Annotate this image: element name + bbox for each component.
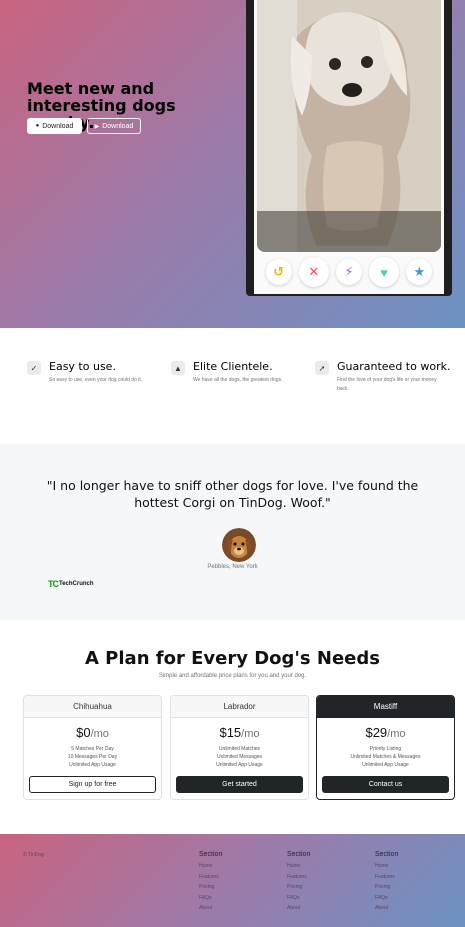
footer: © TinDog Section Home Features Pricing F…	[0, 834, 465, 927]
phone-mockup: ↺ ✕ ⚡ ♥ ★	[246, 0, 452, 296]
heart-arrow-icon: ➚	[315, 361, 329, 375]
bolt-icon[interactable]: ⚡	[335, 259, 362, 285]
plan-card-chihuahua: Chihuahua $0/mo 5 Matches Per Day 10 Mes…	[23, 695, 162, 800]
features-section: ✓ Easy to use. So easy to use, even your…	[0, 328, 465, 444]
footer-column-title: Section	[199, 851, 223, 858]
footer-column-title: Section	[375, 851, 399, 858]
feature-title: Easy to use.	[49, 360, 116, 373]
techcrunch-name: TechCrunch	[59, 581, 94, 587]
swipe-actions: ↺ ✕ ⚡ ♥ ★	[254, 257, 444, 287]
contact-us-button[interactable]: Contact us	[322, 776, 449, 793]
plan-name: Mastiff	[317, 696, 454, 718]
plan-price: $29/mo	[317, 725, 454, 740]
footer-link-features[interactable]: Features	[287, 872, 347, 883]
plan-price: $15/mo	[171, 725, 308, 740]
footer-link-faqs[interactable]: FAQs	[375, 893, 435, 904]
undo-icon[interactable]: ↺	[265, 259, 292, 285]
press-logo-techcrunch: TC TechCrunch	[48, 579, 94, 589]
cross-icon[interactable]: ✕	[298, 257, 329, 287]
plan-name: Chihuahua	[24, 696, 161, 718]
plan-price-unit: /mo	[90, 728, 109, 740]
hero-section: Meet new and interesting dogs nearby. ● …	[0, 0, 465, 328]
plan-name: Labrador	[171, 696, 308, 718]
plan-feature: Unlimited Matches & Messages	[350, 754, 421, 760]
plan-price-value: $15	[219, 725, 242, 740]
plan-feature: 5 Matches Per Day	[71, 746, 114, 752]
footer-column: Section Home Features Pricing FAQs About	[199, 851, 259, 914]
check-circle-icon: ✓	[27, 361, 41, 375]
footer-link-faqs[interactable]: FAQs	[287, 893, 347, 904]
plan-price-unit: /mo	[241, 728, 260, 740]
plan-features: Unlimited Matches Unlimited Messages Unl…	[171, 745, 308, 769]
heart-icon[interactable]: ♥	[369, 257, 400, 287]
phone-screen: ↺ ✕ ⚡ ♥ ★	[254, 0, 444, 294]
footer-column-title: Section	[287, 851, 311, 858]
avatar	[222, 528, 256, 562]
techcrunch-mark: TC	[48, 579, 59, 589]
pricing-subtitle: Simple and affordable price plans for yo…	[158, 673, 307, 679]
feature-text: So easy to use, even your dog could do i…	[49, 377, 143, 383]
footer-link-features[interactable]: Features	[375, 872, 435, 883]
plan-price-value: $29	[365, 725, 388, 740]
download-play-button[interactable]: ▶ Download	[87, 118, 141, 134]
plan-feature: 10 Messages Per Day	[67, 754, 118, 760]
plan-card-labrador: Labrador $15/mo Unlimited Matches Unlimi…	[170, 695, 309, 800]
footer-link-home[interactable]: Home	[375, 861, 435, 872]
download-play-label: Download	[102, 122, 134, 130]
footer-column: Section Home Features Pricing FAQs About	[287, 851, 347, 914]
footer-link-pricing[interactable]: Pricing	[375, 882, 435, 893]
testimonial-author: Pebbles, New York	[207, 564, 258, 570]
get-started-button[interactable]: Get started	[176, 776, 303, 793]
feature-title: Elite Clientele.	[193, 360, 273, 373]
star-icon[interactable]: ★	[406, 259, 433, 285]
plan-price: $0/mo	[24, 725, 161, 740]
plan-feature: Unlimited Messages	[216, 754, 263, 760]
footer-link-home[interactable]: Home	[287, 861, 347, 872]
plan-card-mastiff: Mastiff $29/mo Priority Listing Unlimite…	[316, 695, 455, 800]
feature-text: We have all the dogs, the greatest dogs.	[193, 377, 283, 383]
testimonial-section: "I no longer have to sniff other dogs fo…	[0, 444, 465, 620]
dog-photo	[257, 0, 441, 252]
plan-price-unit: /mo	[387, 728, 406, 740]
plan-feature: Unlimited Matches	[218, 746, 261, 752]
play-icon: ▶	[94, 123, 100, 130]
download-apple-button[interactable]: ● Download	[27, 118, 82, 134]
footer-link-about[interactable]: About	[375, 903, 435, 914]
footer-link-features[interactable]: Features	[199, 872, 259, 883]
plan-features: Priority Listing Unlimited Matches & Mes…	[317, 745, 454, 769]
footer-link-pricing[interactable]: Pricing	[199, 882, 259, 893]
footer-link-pricing[interactable]: Pricing	[287, 882, 347, 893]
testimonial-quote: "I no longer have to sniff other dogs fo…	[46, 478, 419, 510]
plan-price-value: $0	[76, 725, 91, 740]
sign-up-free-button[interactable]: Sign up for free	[29, 776, 156, 793]
apple-icon: ●	[35, 123, 40, 129]
feature-text: Find the love of your dog's life or your…	[337, 377, 437, 392]
footer-column: Section Home Features Pricing FAQs About	[375, 851, 435, 914]
footer-link-about[interactable]: About	[199, 903, 259, 914]
footer-link-about[interactable]: About	[287, 903, 347, 914]
download-apple-label: Download	[42, 122, 74, 130]
plan-feature: Unlimited App Usage	[362, 762, 409, 768]
plan-features: 5 Matches Per Day 10 Messages Per Day Un…	[24, 745, 161, 769]
copyright: © TinDog	[23, 852, 44, 858]
feature-title: Guaranteed to work.	[337, 360, 451, 373]
footer-link-faqs[interactable]: FAQs	[199, 893, 259, 904]
plan-feature: Unlimited App Usage	[216, 762, 263, 768]
plan-feature: Unlimited App Usage	[69, 762, 116, 768]
footer-link-home[interactable]: Home	[199, 861, 259, 872]
plan-feature: Priority Listing	[369, 746, 402, 752]
pricing-section: A Plan for Every Dog's Needs Simple and …	[0, 620, 465, 834]
graduation-cap-icon: ▲	[171, 361, 185, 375]
pricing-title: A Plan for Every Dog's Needs	[84, 648, 380, 669]
